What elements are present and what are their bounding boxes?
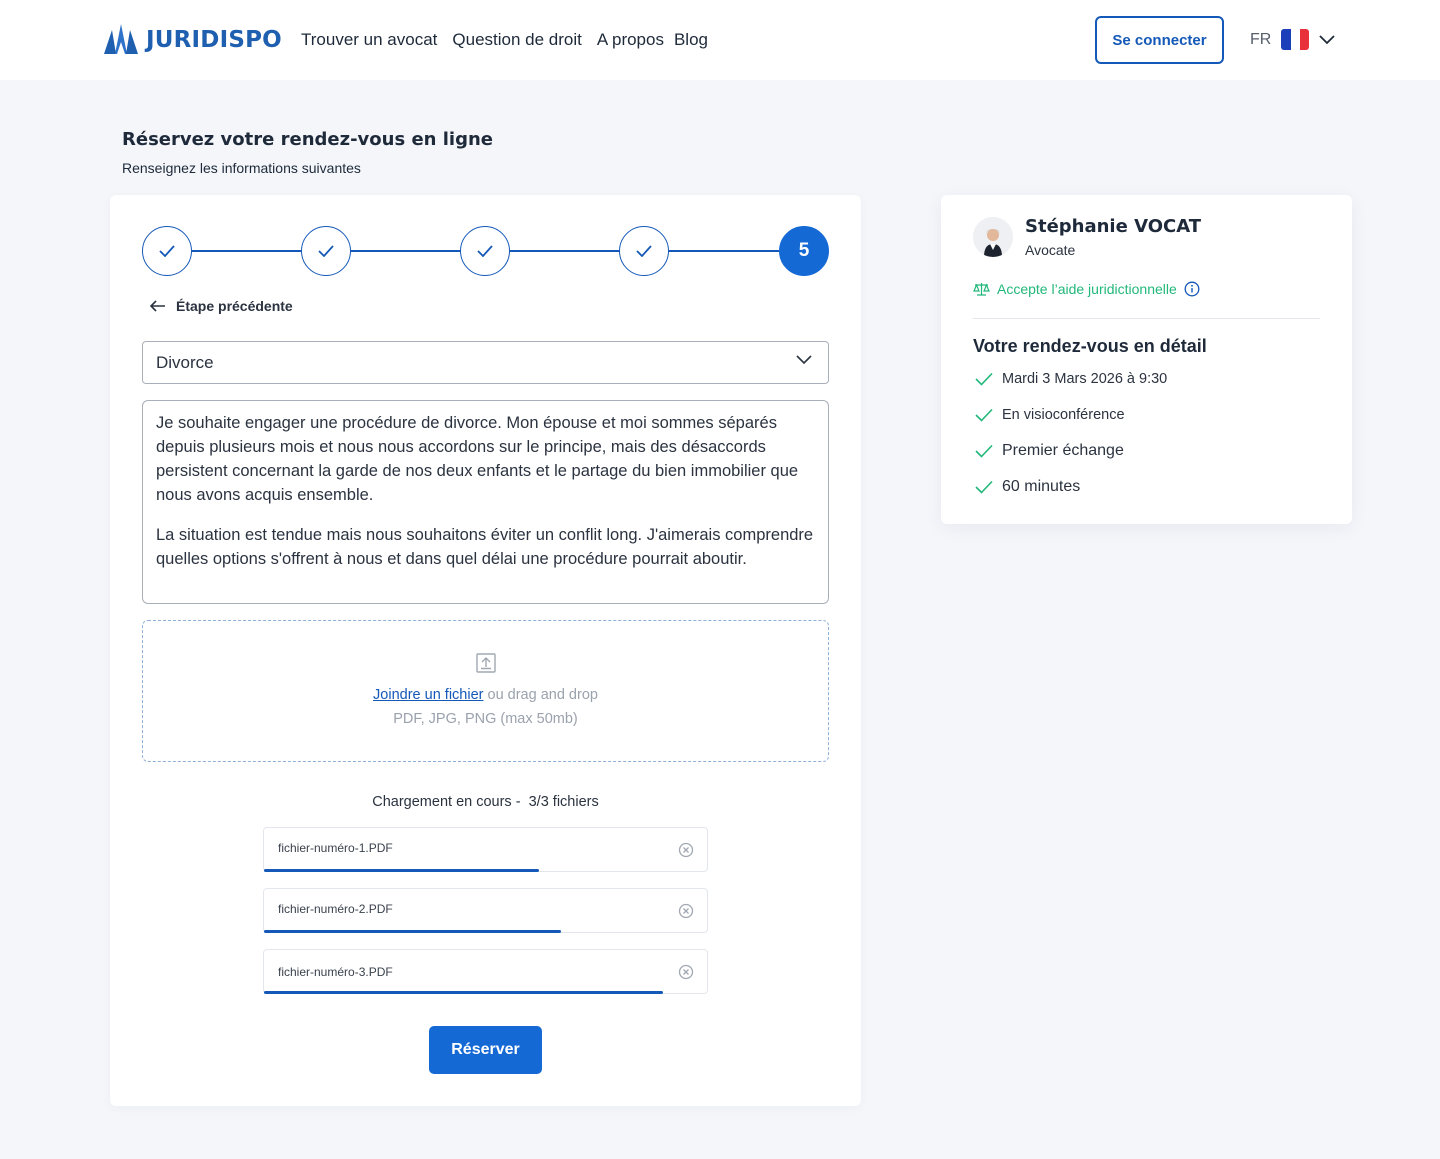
file-progress-bar xyxy=(264,930,561,933)
nav-link-legal-question[interactable]: Question de droit xyxy=(452,30,581,50)
stepper-connector xyxy=(510,250,620,252)
arrow-left-icon xyxy=(150,300,165,312)
check-icon xyxy=(975,480,993,494)
file-progress-bar xyxy=(264,869,539,872)
scales-icon xyxy=(973,282,990,296)
lawyer-avatar xyxy=(973,217,1013,257)
chevron-down-icon xyxy=(1319,34,1335,44)
previous-step-label: Étape précédente xyxy=(176,298,293,314)
upload-status-prefix: Chargement en cours - xyxy=(372,794,521,810)
uploaded-file-item: fichier-numéro-3.PDF xyxy=(263,949,708,994)
check-icon xyxy=(975,372,993,386)
divider xyxy=(973,318,1320,319)
detail-item-type: Premier échange xyxy=(975,442,1124,460)
language-selector[interactable]: FR xyxy=(1250,29,1335,50)
legal-aid-badge: Accepte l’aide juridictionnelle xyxy=(973,281,1200,297)
remove-file-icon[interactable] xyxy=(678,903,694,919)
category-select[interactable]: Divorce xyxy=(142,341,829,384)
file-dropzone[interactable]: Joindre un fichier ou drag and drop PDF,… xyxy=(142,620,829,762)
uploaded-file-item: fichier-numéro-1.PDF xyxy=(263,827,708,872)
page-title: Réservez votre rendez-vous en ligne xyxy=(122,129,493,150)
check-icon xyxy=(318,245,334,257)
upload-status-count: 3/3 fichiers xyxy=(528,794,599,810)
legal-aid-label: Accepte l’aide juridictionnelle xyxy=(997,281,1177,297)
remove-file-icon[interactable] xyxy=(678,842,694,858)
lawyer-role: Avocate xyxy=(1025,242,1076,258)
detail-item-mode: En visioconférence xyxy=(975,407,1125,423)
step-1[interactable] xyxy=(142,226,192,276)
dropzone-hint: ou drag and drop xyxy=(487,687,598,703)
upload-status: Chargement en cours - 3/3 fichiers xyxy=(142,794,829,810)
lawyer-summary-card: Stéphanie VOCAT Avocate Accepte l’aide j… xyxy=(941,195,1352,524)
stepper-connector xyxy=(669,250,779,252)
appointment-details-title: Votre rendez-vous en détail xyxy=(973,336,1207,356)
main-nav: Trouver un avocat Question de droit A pr… xyxy=(301,30,723,50)
check-icon xyxy=(636,245,652,257)
detail-item-date: Mardi 3 Mars 2026 à 9:30 xyxy=(975,371,1167,387)
info-icon[interactable] xyxy=(1184,281,1200,297)
step-2[interactable] xyxy=(301,226,351,276)
detail-text: Premier échange xyxy=(1002,442,1124,459)
france-flag-icon xyxy=(1281,29,1310,50)
stepper-connector xyxy=(351,250,461,252)
detail-text: 60 minutes xyxy=(1002,478,1081,495)
check-icon xyxy=(975,444,993,458)
message-paragraph: La situation est tendue mais nous souhai… xyxy=(156,526,814,568)
brand-logo[interactable]: JURIDISPO xyxy=(104,24,282,56)
detail-text: Mardi 3 Mars 2026 à 9:30 xyxy=(1002,371,1168,387)
dropzone-formats: PDF, JPG, PNG (max 50mb) xyxy=(393,711,578,727)
file-name: fichier-numéro-3.PDF xyxy=(278,965,393,979)
lawyer-photo xyxy=(973,217,1013,257)
brand-name: JURIDISPO xyxy=(146,27,282,53)
file-name: fichier-numéro-1.PDF xyxy=(278,841,393,855)
check-icon xyxy=(477,245,493,257)
language-code: FR xyxy=(1250,30,1272,48)
nav-link-about[interactable]: A propos xyxy=(597,30,664,50)
message-textarea[interactable]: Je souhaite engager une procédure de div… xyxy=(142,400,829,604)
reserve-button[interactable]: Réserver xyxy=(429,1026,542,1074)
stepper-connector xyxy=(192,250,302,252)
upload-icon xyxy=(476,653,496,673)
lawyer-name: Stéphanie VOCAT xyxy=(1025,216,1202,237)
category-select-value: Divorce xyxy=(156,352,214,372)
chevron-down-icon xyxy=(796,355,812,365)
uploaded-file-item: fichier-numéro-2.PDF xyxy=(263,888,708,933)
top-header: JURIDISPO Trouver un avocat Question de … xyxy=(0,0,1440,80)
remove-file-icon[interactable] xyxy=(678,964,694,980)
page-subtitle: Renseignez les informations suivantes xyxy=(122,160,361,176)
attach-file-link[interactable]: Joindre un fichier xyxy=(373,687,483,703)
detail-text: En visioconférence xyxy=(1002,407,1125,423)
step-5-current: 5 xyxy=(779,226,829,276)
nav-link-find-lawyer[interactable]: Trouver un avocat xyxy=(301,30,437,50)
progress-stepper: 5 xyxy=(142,226,830,276)
step-3[interactable] xyxy=(460,226,510,276)
check-icon xyxy=(975,408,993,422)
file-name: fichier-numéro-2.PDF xyxy=(278,902,393,916)
login-button[interactable]: Se connecter xyxy=(1095,16,1224,64)
step-4[interactable] xyxy=(619,226,669,276)
nav-link-blog[interactable]: Blog xyxy=(674,30,708,50)
dropzone-instructions: Joindre un fichier ou drag and drop xyxy=(143,687,828,703)
file-progress-bar xyxy=(264,991,663,994)
brand-logo-icon xyxy=(104,24,138,54)
detail-item-duration: 60 minutes xyxy=(975,478,1080,496)
check-icon xyxy=(159,245,175,257)
previous-step-link[interactable]: Étape précédente xyxy=(150,298,293,314)
message-paragraph: Je souhaite engager une procédure de div… xyxy=(156,414,799,504)
